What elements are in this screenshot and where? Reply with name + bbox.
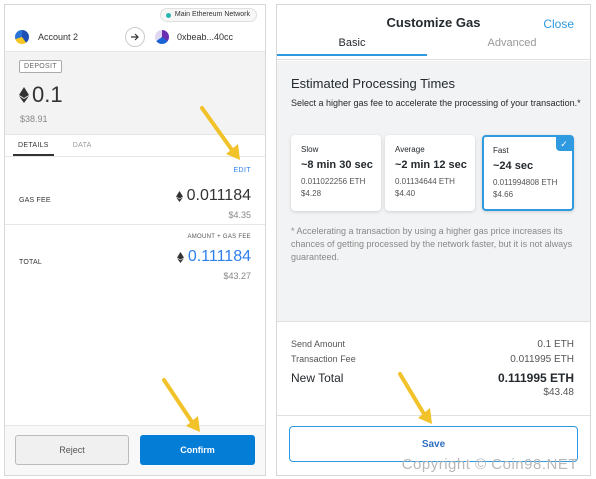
transaction-type-badge: DEPOSIT: [19, 60, 62, 73]
to-account-avatar: [155, 29, 169, 44]
from-account[interactable]: Account 2: [5, 29, 123, 44]
gas-options-section: Estimated Processing Times Select a high…: [277, 61, 590, 321]
new-total-label: New Total: [291, 371, 344, 385]
gas-fee-label: GAS FEE: [19, 197, 51, 204]
account-header: Account 2 0xbeab...40cc: [5, 22, 265, 52]
section-heading: Estimated Processing Times: [291, 76, 456, 91]
network-name: Main Ethereum Network: [174, 11, 250, 18]
gas-fee-eth: 0.011184: [175, 187, 251, 205]
arrow-right-icon: [125, 26, 145, 47]
transaction-fee-label: Transaction Fee: [291, 354, 356, 364]
network-status-dot: [165, 12, 171, 18]
gas-option-time: ~24 sec: [493, 160, 534, 172]
gas-option-average[interactable]: Average ~2 min 12 sec 0.01134644 ETH $4.…: [385, 135, 475, 211]
from-account-name: Account 2: [38, 31, 79, 42]
gas-option-eth: 0.011994808 ETH: [493, 178, 558, 187]
gas-option-time: ~8 min 30 sec: [301, 159, 373, 171]
gas-option-usd: $4.66: [493, 190, 514, 199]
to-account-address: 0xbeab...40cc: [177, 31, 234, 42]
to-account[interactable]: 0xbeab...40cc: [145, 29, 234, 44]
confirm-button[interactable]: Confirm: [140, 435, 255, 465]
gas-option-eth: 0.011022256 ETH: [301, 177, 366, 186]
confirm-transaction-panel: Main Ethereum Network Account 2 0xbeab..…: [4, 4, 266, 476]
edit-gas-link[interactable]: EDIT: [233, 167, 251, 174]
gas-option-eth: 0.01134644 ETH: [395, 177, 455, 186]
network-bar: Main Ethereum Network: [5, 5, 265, 22]
action-footer: Reject Confirm: [5, 425, 265, 475]
gas-fee-usd: $4.35: [228, 210, 251, 220]
gas-option-time: ~2 min 12 sec: [395, 159, 467, 171]
gas-option-slow[interactable]: Slow ~8 min 30 sec 0.011022256 ETH $4.28: [291, 135, 381, 211]
gas-option-usd: $4.40: [395, 189, 416, 198]
total-eth-value: 0.111184: [187, 248, 251, 265]
total-usd: $43.27: [223, 271, 251, 281]
reject-button[interactable]: Reject: [15, 435, 129, 465]
tab-advanced[interactable]: Advanced: [457, 37, 567, 54]
annotation-arrow: [162, 378, 200, 432]
send-amount-value: 0.1 ETH: [537, 339, 574, 350]
new-total-usd: $43.48: [543, 387, 574, 398]
send-amount-label: Send Amount: [291, 339, 346, 349]
amount-eth-value: 0.1: [32, 82, 63, 107]
gas-option-fast[interactable]: ✓ Fast ~24 sec 0.011994808 ETH $4.66: [482, 135, 574, 211]
tab-details[interactable]: DETAILS: [13, 135, 54, 156]
amount-eth: 0.1: [19, 82, 63, 108]
network-selector[interactable]: Main Ethereum Network: [159, 8, 257, 22]
gas-fee-row: GAS FEE 0.011184 $4.35: [5, 181, 265, 225]
annotation-arrow: [398, 372, 432, 424]
transaction-fee-value: 0.011995 ETH: [510, 354, 574, 365]
new-total-value: 0.111995 ETH: [497, 371, 574, 385]
amount-usd: $38.91: [20, 114, 48, 124]
gas-fee-eth-value: 0.011184: [186, 187, 251, 204]
transaction-details: EDIT GAS FEE 0.011184 $4.35 AMOUNT + GAS…: [5, 157, 265, 407]
copyright-watermark: Copyright © Coin98.NET: [401, 456, 578, 473]
annotation-arrow: [200, 106, 240, 160]
gas-disclaimer: * Accelerating a transaction by using a …: [291, 226, 573, 262]
tab-basic[interactable]: Basic: [277, 37, 427, 56]
gas-option-label: Average: [395, 145, 425, 154]
amount-plus-gas-label: AMOUNT + GAS FEE: [187, 234, 251, 240]
tab-data[interactable]: DATA: [68, 135, 97, 156]
close-button[interactable]: Close: [543, 17, 574, 31]
total-label: TOTAL: [19, 259, 42, 266]
ethereum-icon: [176, 251, 184, 263]
gas-option-usd: $4.28: [301, 189, 322, 198]
total-eth: 0.111184: [176, 248, 251, 266]
total-row: TOTAL 0.111184 $43.27: [5, 245, 265, 285]
from-account-avatar: [15, 29, 29, 44]
gas-option-label: Slow: [301, 145, 319, 154]
checkmark-icon: ✓: [556, 137, 572, 151]
screenshot-stage: Main Ethereum Network Account 2 0xbeab..…: [0, 0, 596, 479]
section-subheading: Select a higher gas fee to accelerate th…: [291, 98, 581, 108]
ethereum-icon: [19, 87, 29, 103]
customize-gas-header: Customize Gas Close Basic Advanced: [277, 5, 590, 60]
ethereum-icon: [175, 190, 183, 202]
